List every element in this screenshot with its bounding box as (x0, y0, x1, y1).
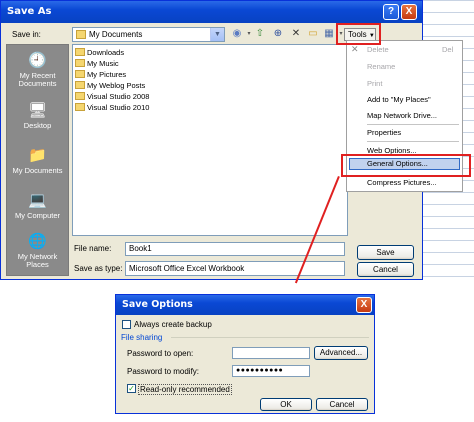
recent-documents-icon: 🕘 (28, 52, 47, 69)
folder-icon (75, 81, 85, 89)
my-documents-icon: 📁 (28, 147, 47, 164)
file-list[interactable]: Downloads My Music My Pictures My Weblog… (72, 44, 348, 236)
save-in-label: Save in: (12, 30, 41, 39)
close-button[interactable]: X (401, 4, 417, 20)
password-modify-label: Password to modify: (127, 367, 200, 376)
place-label: Desktop (23, 121, 52, 130)
file-name: My Pictures (87, 70, 127, 79)
folder-icon (75, 59, 85, 67)
list-item[interactable]: Visual Studio 2008 (75, 91, 149, 102)
save-as-title: Save As (7, 6, 52, 17)
menu-separator (367, 124, 459, 125)
read-only-label: Read-only recommended (138, 384, 232, 395)
menu-item-compress-pictures[interactable]: Compress Pictures... (367, 177, 437, 189)
folder-icon (75, 48, 85, 56)
menu-item-rename[interactable]: Rename (367, 61, 395, 73)
menu-item-add-to-places[interactable]: Add to "My Places" (367, 94, 431, 106)
menu-label: Delete (367, 45, 389, 54)
password-open-input[interactable] (232, 347, 310, 359)
close-button[interactable]: X (356, 297, 372, 313)
place-my-documents[interactable]: 📁 My Documents (7, 143, 68, 185)
file-name: Visual Studio 2008 (87, 92, 150, 101)
file-name-label: File name: (74, 244, 112, 253)
advanced-button[interactable]: Advanced... (314, 346, 368, 360)
folder-icon (75, 70, 85, 78)
folder-icon (75, 103, 85, 111)
place-recent-documents[interactable]: 🕘 My Recent Documents (7, 48, 68, 90)
list-item[interactable]: My Music (75, 58, 119, 69)
list-item[interactable]: Visual Studio 2010 (75, 102, 149, 113)
folder-icon (76, 30, 86, 39)
save-as-type-combo[interactable]: Microsoft Office Excel Workbook (125, 261, 345, 276)
menu-item-print[interactable]: Print (367, 78, 382, 90)
menu-item-map-drive[interactable]: Map Network Drive... (367, 110, 437, 122)
menu-shortcut: Del (442, 45, 454, 54)
place-desktop[interactable]: 🖥 Desktop (7, 98, 68, 140)
ok-button[interactable]: OK (260, 398, 312, 411)
list-item[interactable]: My Pictures (75, 69, 126, 80)
delete-icon[interactable]: ✕ (289, 27, 303, 41)
up-folder-icon[interactable]: ⇧ (253, 27, 267, 41)
new-folder-icon[interactable]: ▭ (306, 27, 320, 41)
places-bar: 🕘 My Recent Documents 🖥 Desktop 📁 My Doc… (6, 44, 69, 276)
tools-highlight-box (336, 23, 381, 45)
save-options-dialog: Save Options X Always create backup File… (115, 294, 375, 414)
save-options-titlebar: Save Options X (116, 295, 374, 315)
file-name: Visual Studio 2010 (87, 103, 150, 112)
file-sharing-heading: File sharing (121, 333, 163, 342)
file-name: My Music (87, 59, 119, 68)
list-item[interactable]: My Weblog Posts (75, 80, 145, 91)
always-backup-checkbox[interactable] (122, 320, 131, 329)
place-label: My Documents (12, 166, 63, 175)
place-my-computer[interactable]: 💻 My Computer (7, 188, 68, 230)
help-button[interactable]: ? (383, 4, 399, 20)
list-item[interactable]: Downloads (75, 47, 124, 58)
cancel-button[interactable]: Cancel (316, 398, 368, 411)
place-label: My Network Places (17, 252, 58, 269)
file-sharing-divider (171, 337, 369, 338)
cancel-button[interactable]: Cancel (357, 262, 414, 277)
my-computer-icon: 💻 (28, 192, 47, 209)
folder-icon (75, 92, 85, 100)
always-backup-label: Always create backup (134, 320, 212, 329)
menu-item-properties[interactable]: Properties (367, 127, 401, 139)
save-options-title: Save Options (122, 299, 193, 310)
save-as-type-value: Microsoft Office Excel Workbook (129, 264, 245, 273)
password-open-label: Password to open: (127, 349, 194, 358)
place-label: My Computer (14, 211, 60, 220)
delete-x-icon: ✕ (351, 44, 359, 54)
save-as-titlebar: Save As ? X (1, 1, 422, 23)
menu-item-delete[interactable]: Delete Del (367, 44, 453, 56)
save-button[interactable]: Save (357, 245, 414, 260)
save-as-type-label: Save as type: (74, 264, 123, 273)
read-only-checkbox[interactable]: ✓ (127, 384, 136, 393)
chevron-down-icon[interactable]: ▼ (210, 28, 224, 41)
file-name: My Weblog Posts (87, 81, 146, 90)
general-options-highlight-box (341, 154, 471, 177)
desktop-icon: 🖥 (27, 102, 48, 119)
search-web-icon[interactable]: ⊕ (271, 27, 285, 41)
password-modify-input[interactable]: ●●●●●●●●●● (232, 365, 310, 377)
network-places-icon: 🌐 (28, 233, 47, 250)
place-label: My Recent Documents (18, 71, 57, 88)
file-name: Downloads (87, 48, 125, 57)
save-in-combo[interactable]: My Documents ▼ (72, 27, 225, 42)
save-in-value: My Documents (89, 30, 143, 39)
menu-separator (367, 141, 459, 142)
place-network-places[interactable]: 🌐 My Network Places (7, 229, 68, 271)
